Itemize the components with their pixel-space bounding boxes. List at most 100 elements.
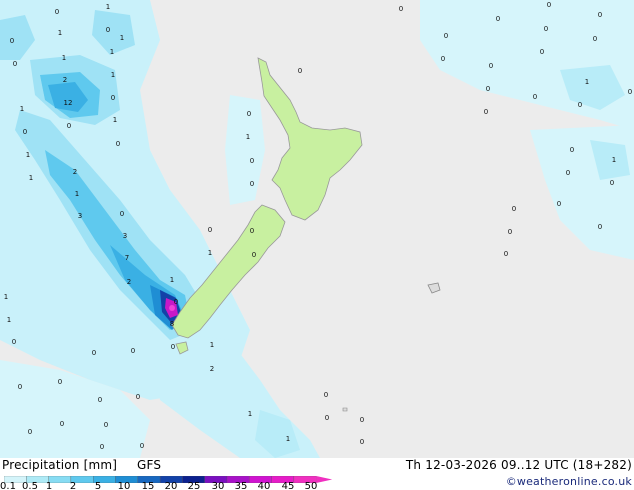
color-bar-tick-label: 35 [234, 481, 248, 490]
precip-value-label: 0 [140, 442, 144, 450]
precip-value-label: 1 [58, 29, 62, 37]
precip-value-label: 1 [248, 410, 252, 418]
color-bar-tick-label: 20 [164, 481, 178, 490]
precip-value-label: 1 [110, 48, 114, 56]
precip-value-label: 0 [208, 226, 212, 234]
precip-value-label: 2 [63, 76, 67, 84]
precip-value-label: 0 [399, 5, 403, 13]
precip-value-label: 0 [250, 180, 254, 188]
precip-value-label: 0 [540, 48, 544, 56]
precip-value-label: 1 [29, 174, 33, 182]
precip-value-label: 0 [174, 298, 178, 306]
precip-value-label: 0 [250, 227, 254, 235]
small-island [342, 407, 348, 412]
precip-value-label: 0 [598, 11, 602, 19]
precip-value-label: 1 [210, 341, 214, 349]
precip-value-label: 0 [484, 108, 488, 116]
precip-value-label: 0 [533, 93, 537, 101]
valid-time: Th 12-03-2026 09..12 UTC (18+282) [405, 458, 632, 472]
precip-value-label: 0 [171, 343, 175, 351]
precip-value-label: 2 [73, 168, 77, 176]
precip-value-label: 1 [106, 3, 110, 11]
precip-value-label: 2 [127, 278, 131, 286]
precip-value-label: 0 [106, 26, 110, 34]
legend-footer: Precipitation [mm] GFS Th 12-03-2026 09.… [0, 458, 634, 490]
precip-value-label: 0 [250, 157, 254, 165]
color-bar-tick-label: 2 [69, 481, 77, 490]
precip-value-label: 0 [28, 428, 32, 436]
precip-value-label: 0 [324, 391, 328, 399]
precip-value-label: 0 [504, 250, 508, 258]
color-bar-tick-label: 0.5 [22, 481, 38, 490]
precip-value-label: 0 [58, 378, 62, 386]
precip-value-label: 1 [113, 116, 117, 124]
precip-value-label: 1 [286, 435, 290, 443]
precip-value-label: 0 [67, 122, 71, 130]
precip-value-label: 0 [325, 414, 329, 422]
precip-value-label: 1 [20, 105, 24, 113]
precip-value-label: 0 [444, 32, 448, 40]
precip-value-label: 0 [512, 205, 516, 213]
precip-value-label: 0 [441, 55, 445, 63]
model-name: GFS [137, 458, 162, 472]
precip-value-label: 0 [360, 438, 364, 446]
precip-value-label: 0 [136, 393, 140, 401]
credit-link[interactable]: ©weatheronline.co.uk [506, 475, 632, 488]
precip-value-label: 3 [123, 232, 127, 240]
precip-value-label: 0 [508, 228, 512, 236]
precip-value-label: 0 [55, 8, 59, 16]
legend-title: Precipitation [mm] [2, 458, 118, 472]
precip-value-label: 1 [246, 133, 250, 141]
color-bar-tick-label: 15 [141, 481, 155, 490]
precip-value-label: 0 [98, 396, 102, 404]
color-bar-tick-label: 5 [94, 481, 102, 490]
color-bar-tick-label: 10 [117, 481, 131, 490]
precip-value-label: 0 [247, 110, 251, 118]
precip-value-label: 0 [298, 67, 302, 75]
precip-value-label: 1 [170, 276, 174, 284]
precip-value-label: 1 [612, 156, 616, 164]
precip-value-label: 1 [585, 78, 589, 86]
precipitation-map[interactable]: 0101100112112010100121103372 1110080 10 020… [0, 0, 634, 458]
precip-value-label: 0 [116, 140, 120, 148]
precip-value-label: 0 [12, 338, 16, 346]
precip-value-label: 3 [78, 212, 82, 220]
precip-value-label: 1 [75, 190, 79, 198]
weather-map-view: 0 1 0 1 1 0 0 1 1 2 1 12 0 1 0 1 0 0 1 2 1 1 0 3 3 7 2 1 1 1 0 0 8 0 1 0 0 2 0… [0, 0, 634, 490]
color-bar-tick-label: 25 [187, 481, 201, 490]
color-bar-tick-label: 45 [281, 481, 295, 490]
precip-value-label: 0 [578, 101, 582, 109]
precip-value-label: 0 [557, 200, 561, 208]
precip-value-label: 0 [100, 443, 104, 451]
precip-value-label: 7 [125, 254, 129, 262]
precip-value-label: 8 [170, 320, 174, 328]
color-bar-tick-label: 0.1 [0, 481, 16, 490]
precip-value-label: 0 [252, 251, 256, 259]
precip-value-label: 0 [92, 349, 96, 357]
color-bar-arrow [316, 476, 333, 483]
precip-value-label: 1 [120, 34, 124, 42]
color-bar-tick-label: 50 [304, 481, 318, 490]
precip-value-label: 0 [360, 416, 364, 424]
precip-value-label: 1 [4, 293, 8, 301]
precip-value-label: 0 [23, 128, 27, 136]
precip-value-label: 1 [26, 151, 30, 159]
color-bar-tick-label: 40 [257, 481, 271, 490]
color-bar-tick-label: 30 [211, 481, 225, 490]
precip-value-label: 0 [593, 35, 597, 43]
precip-value-label: 0 [111, 94, 115, 102]
precip-value-label: 0 [570, 146, 574, 154]
precip-value-label: 0 [547, 1, 551, 9]
precip-value-label: 0 [131, 347, 135, 355]
precip-value-label: 0 [566, 169, 570, 177]
precip-value-label: 0 [13, 60, 17, 68]
precip-value-label: 0 [104, 421, 108, 429]
precip-value-label: 0 [486, 85, 490, 93]
precip-value-label: 1 [208, 249, 212, 257]
precip-value-label: 0 [628, 88, 632, 96]
precip-value-label: 1 [62, 54, 66, 62]
precip-value-label: 1 [111, 71, 115, 79]
precip-value-label: 0 [610, 179, 614, 187]
precip-value-label: 0 [496, 15, 500, 23]
color-bar-tick-label: 1 [45, 481, 53, 490]
